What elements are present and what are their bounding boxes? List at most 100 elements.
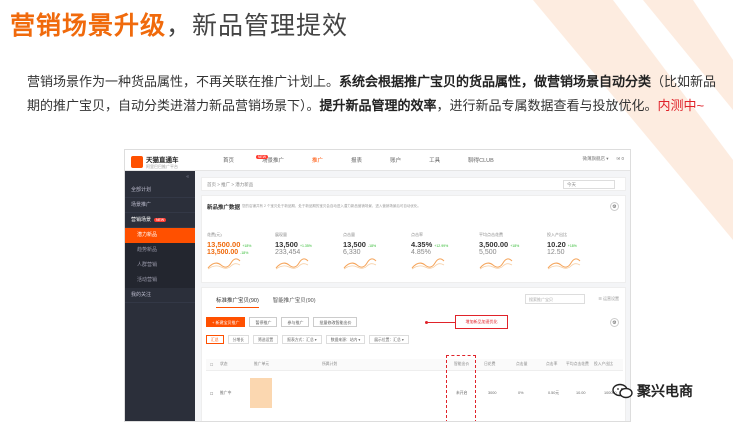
wechat-icon [612, 383, 633, 399]
col-roi[interactable]: 投入产出比 [594, 362, 613, 367]
metric-label: 投入产出比 [547, 232, 567, 237]
action-buttons: + 新建宝贝推广 暂停推广 参与推广 批量修改智能出价 [206, 317, 361, 327]
col-status[interactable]: 状态 [220, 362, 228, 367]
gear-icon[interactable]: ⚙ [610, 202, 619, 211]
data-card-title: 新品推广数据 [207, 205, 241, 211]
sidebar-item-follow[interactable]: 我的关注 [125, 288, 195, 303]
filter-summary[interactable]: 汇总 [206, 335, 224, 344]
logo-icon [131, 156, 143, 168]
metric-value: 10.20 +18% [547, 240, 615, 249]
add-promotion-button[interactable]: + 新建宝贝推广 [206, 317, 246, 327]
metric-compare-value: 5,500 [479, 249, 497, 256]
nav-promote[interactable]: 推广 [312, 156, 323, 164]
sidebar-item-plan[interactable]: 全部计划 [125, 183, 195, 198]
filter-position[interactable]: 展示位置：汇总 ▾ [369, 335, 409, 344]
filter-growth[interactable]: 分增长 [227, 335, 249, 344]
top-bar: 天猫直通车 阿里巴巴推广平台 首页 场景推广 NEW 推广 报表 账户 工具 聊得… [125, 150, 630, 171]
data-card-hint: 您的店铺共有 2 个宝贝处于新品期，处于新品期的宝贝会自动进入潜力新品营销场景，… [242, 204, 421, 208]
tab-smart[interactable]: 智能推广宝贝(90) [273, 296, 316, 308]
sidebar-item-new[interactable]: 潜力新品 [125, 228, 195, 243]
sidebar-item-trend[interactable]: 趋势新品 [125, 243, 195, 258]
message-icon[interactable]: ✉ 0 [616, 156, 624, 162]
col-ctr[interactable]: 点击率 [546, 362, 557, 367]
batch-bid-button[interactable]: 批量修改智能出价 [313, 317, 358, 327]
date-select[interactable]: 今天 [563, 180, 615, 189]
nav-home[interactable]: 首页 [223, 156, 234, 164]
row-status: 推广中 [220, 391, 232, 395]
nav-account[interactable]: 账户 [390, 156, 401, 164]
nav-club[interactable]: 聊得CLUB [468, 156, 494, 164]
main-nav: 首页 场景推广 NEW 推广 报表 账户 工具 聊得CLUB [223, 155, 522, 164]
metric-current: 13,500 [275, 240, 298, 249]
col-checkbox[interactable]: ☐ [210, 362, 213, 367]
col-cpc[interactable]: 平均点击花费 [566, 362, 589, 367]
nav-tools[interactable]: 工具 [429, 156, 440, 164]
desc-part-5: ，进行新品专属数据查看与投放优化。 [436, 98, 658, 113]
slide-title: 营销场景升级，新品管理提效 [10, 6, 348, 42]
metric-item: 投入产出比 10.20 +18% 12.50 [547, 232, 615, 272]
collapse-icon[interactable]: « [125, 171, 195, 183]
metric-compare: 5,500 [479, 249, 547, 256]
desc-part-1: 营销场景作为一种货品属性，不再关联在推广计划上。 [27, 74, 340, 89]
metric-item: 展现量 13,500 +1.35% 233,454 [275, 232, 343, 272]
col-unit[interactable]: 推广单元 [254, 362, 269, 367]
pause-button[interactable]: 暂停推广 [249, 317, 278, 327]
filter-row: 汇总 分增长 筛选设置 报表方式：汇总 ▾ 数据来源：站内 ▾ 展示位置：汇总 … [206, 335, 413, 344]
beta-tag: 内测中~ [657, 98, 705, 113]
metrics-row: 花费(元) 13,500.00 +18% 13,500.00 -18% 展现量 13,500… [207, 232, 615, 272]
col-clicks[interactable]: 点击量 [516, 362, 527, 367]
top-right: 微薄旗舰店 ▾ ✉ 0 [574, 156, 624, 162]
row-daily-cost: 3000 [488, 391, 497, 395]
filter-settings[interactable]: 筛选设置 [252, 335, 279, 344]
sidebar-item-scene-plan[interactable]: 场景推广 [125, 198, 195, 213]
tab-standard[interactable]: 标准推广宝贝(90) [216, 296, 259, 308]
metric-compare-value: 6,330 [343, 249, 361, 256]
row-checkbox[interactable]: ☐ [210, 391, 213, 396]
nav-scene[interactable]: 场景推广 NEW [255, 155, 284, 164]
col-plan[interactable]: 所属计划 [322, 362, 337, 367]
user-menu[interactable]: 微薄旗舰店 ▾ [582, 156, 608, 162]
table-settings-icon[interactable]: ⚙ [610, 318, 619, 327]
row-smart-bid[interactable]: 未开启 [456, 391, 467, 396]
metric-compare: 233,454 [275, 249, 343, 256]
metric-compare: 13,500.00 -18% [207, 249, 275, 256]
metric-current: 10.20 [547, 240, 566, 249]
search-input[interactable]: 搜索推广宝贝 [525, 294, 585, 304]
metric-label: 花费(元) [207, 232, 222, 237]
desc-part-2: 系统会根据推广宝贝的货品属性，做营销场景自动分类 [339, 74, 652, 89]
metric-value: 4.35% +12.99% [411, 240, 479, 249]
metric-value: 13,500 -18% [343, 240, 411, 249]
metric-item: 花费(元) 13,500.00 +18% 13,500.00 -18% [207, 232, 275, 272]
metric-compare: 6,330 [343, 249, 411, 256]
filter-report-mode[interactable]: 报表方式：汇总 ▾ [282, 335, 322, 344]
filter-source[interactable]: 数据来源：站内 ▾ [325, 335, 366, 344]
title-separator: ， [166, 12, 193, 40]
metric-compare-value: 13,500.00 [207, 249, 239, 256]
resume-button[interactable]: 参与推广 [281, 317, 310, 327]
metric-label: 点击率 [411, 232, 423, 237]
metric-change: +18% [510, 244, 520, 248]
logo[interactable]: 天猫直通车 阿里巴巴推广平台 [131, 154, 179, 170]
breadcrumb-text[interactable]: 首页 > 推广 > 潜力新品 [207, 182, 253, 187]
metric-value: 13,500.00 +18% [207, 240, 275, 249]
list-tabs: 标准推广宝贝(90) 智能推广宝贝(90) [216, 296, 330, 308]
settings-link[interactable]: ☰ 运营设置 [598, 296, 619, 302]
sparkline [479, 258, 513, 270]
table-row[interactable]: ☐ 推广中 未开启 3000 0% 0.50元 10.00 100000 [206, 388, 623, 400]
nav-report[interactable]: 报表 [351, 156, 362, 164]
sidebar-item-scene-group[interactable]: 营销场景 NEW [125, 213, 195, 228]
sidebar-item-crowd[interactable]: 人群营销 [125, 258, 195, 273]
sparkline [411, 258, 445, 270]
col-daily-cost[interactable]: 日花费 [484, 362, 495, 367]
callout-line [425, 321, 455, 324]
metric-current: 13,500.00 [207, 240, 241, 249]
breadcrumb: 首页 > 推广 > 潜力新品 今天 [201, 177, 626, 191]
sidebar-item-activity[interactable]: 活动营销 [125, 273, 195, 288]
list-card: 标准推广宝贝(90) 智能推广宝贝(90) 搜索推广宝贝 ☰ 运营设置 + 新建… [201, 287, 626, 421]
metric-current: 3,500.00 [479, 240, 509, 249]
metric-value: 13,500 +1.35% [275, 240, 343, 249]
row-clicks: 0% [518, 391, 524, 395]
metric-compare-value: 233,454 [275, 249, 301, 256]
metric-value: 3,500.00 +18% [479, 240, 547, 249]
brand-name: 天猫直通车 [146, 157, 179, 164]
